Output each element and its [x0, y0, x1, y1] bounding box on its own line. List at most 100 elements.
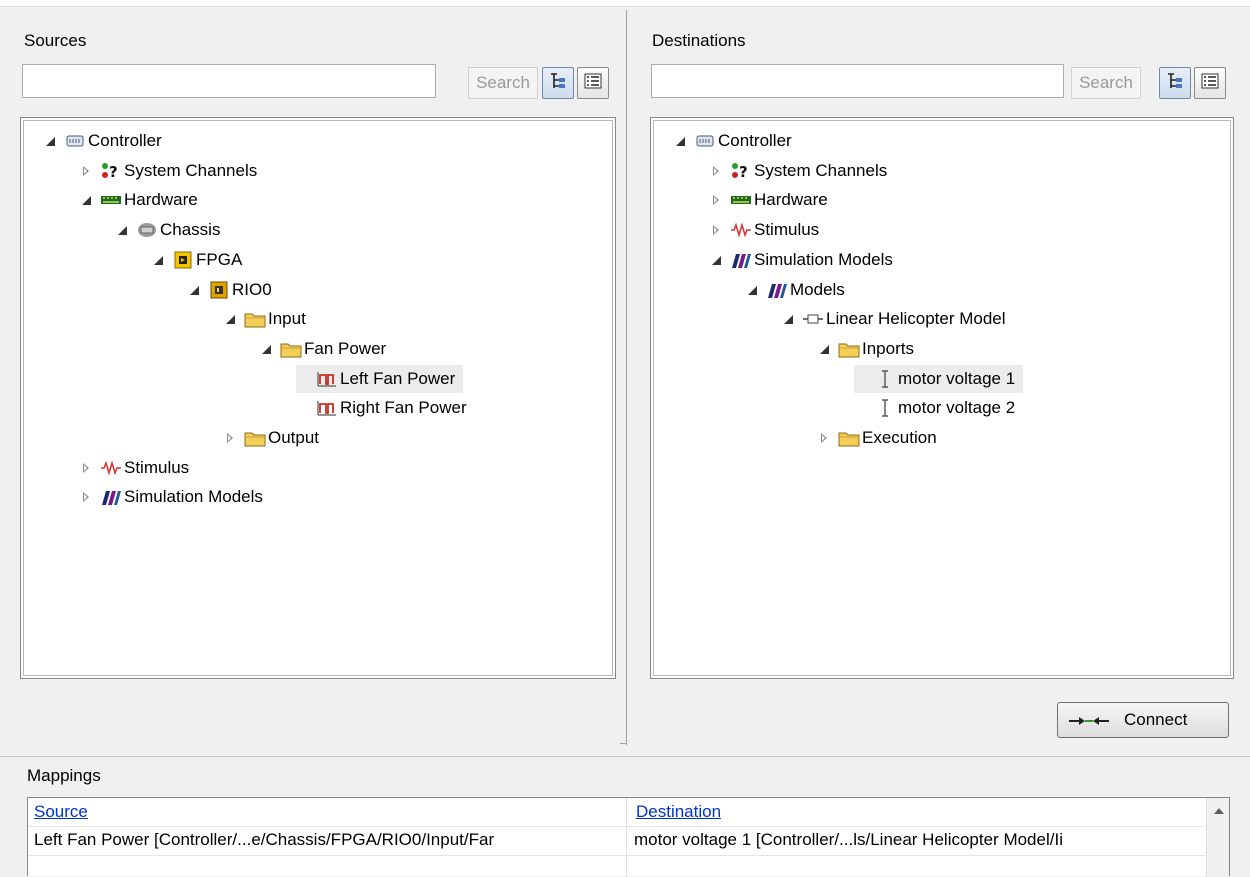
destinations-tree-item[interactable]: Models — [746, 276, 845, 304]
destinations-tree-item[interactable]: motor voltage 2 — [854, 394, 1015, 422]
destinations-search-input[interactable] — [651, 64, 1064, 98]
list-view-icon — [1200, 71, 1220, 96]
destinations-tree-item[interactable]: Hardware — [710, 186, 828, 214]
stimulus-icon — [100, 458, 122, 478]
fpga-icon — [172, 250, 194, 270]
destinations-tree: Controller? System Channels Hardware Stimul… — [650, 117, 1234, 679]
sources-list-view-button[interactable] — [577, 67, 609, 99]
destinations-search-button[interactable]: Search — [1071, 67, 1141, 99]
destinations-tree-item[interactable]: Linear Helicopter Model — [782, 305, 1006, 333]
sources-search-input[interactable] — [22, 64, 436, 98]
tree-item-label: RIO0 — [232, 279, 272, 299]
tree-item-label: Simulation Models — [124, 487, 263, 507]
sources-title: Sources — [24, 31, 87, 50]
splitter-foot — [620, 743, 627, 744]
destinations-tree-item[interactable]: Controller — [674, 127, 792, 155]
svg-text:?: ? — [109, 163, 118, 181]
destinations-tree-view-button[interactable] — [1159, 67, 1191, 99]
sources-tree-view-button[interactable] — [542, 67, 574, 99]
collapse-arrow-icon[interactable] — [188, 283, 202, 297]
collapse-arrow-icon[interactable] — [818, 342, 832, 356]
column-separator — [626, 798, 627, 877]
collapse-arrow-icon[interactable] — [782, 312, 796, 326]
tree-item-label: Stimulus — [124, 457, 190, 477]
stimulus-icon — [730, 220, 752, 240]
collapse-arrow-icon[interactable] — [746, 283, 760, 297]
sources-tree-item[interactable]: Left Fan Power — [296, 364, 464, 393]
tree-item-label: Models — [790, 279, 845, 299]
tree-item-label: Left Fan Power — [340, 368, 456, 388]
collapse-arrow-icon[interactable] — [80, 193, 94, 207]
expand-arrow-icon[interactable] — [80, 461, 94, 475]
controller-icon — [64, 131, 86, 151]
collapse-arrow-icon[interactable] — [44, 134, 58, 148]
model-icon — [802, 309, 824, 329]
tree-item-label: Controller — [718, 131, 792, 150]
tree-item-label: motor voltage 2 — [898, 398, 1016, 418]
sources-tree-item[interactable]: RIO0 — [188, 276, 272, 304]
connect-icon — [1068, 713, 1110, 727]
collapse-arrow-icon[interactable] — [152, 253, 166, 267]
tree-item-label: Controller — [88, 131, 162, 150]
destinations-tree-item[interactable]: ? System Channels — [710, 157, 887, 185]
system-channels-icon: ? — [730, 161, 752, 181]
sources-tree-item[interactable]: Chassis — [116, 216, 220, 244]
sources-tree-item[interactable]: Stimulus — [80, 454, 189, 482]
folder-icon — [280, 339, 302, 359]
tree-item-label: Execution — [862, 428, 937, 447]
destination-column-header[interactable]: Destination — [636, 802, 721, 822]
expand-arrow-icon[interactable] — [224, 431, 238, 445]
destinations-tree-item[interactable]: Inports — [818, 335, 914, 363]
tree-view-icon — [1165, 71, 1185, 96]
pwm-channel-icon — [316, 369, 338, 389]
expand-arrow-icon[interactable] — [710, 223, 724, 237]
destinations-tree-item[interactable]: motor voltage 1 — [854, 364, 1024, 393]
sources-tree-item[interactable]: Input — [224, 305, 306, 333]
collapse-arrow-icon[interactable] — [710, 253, 724, 267]
expand-arrow-icon[interactable] — [710, 164, 724, 178]
sources-tree-item[interactable]: Controller — [44, 127, 162, 155]
mappings-scrollbar[interactable] — [1206, 798, 1229, 877]
sources-tree-item[interactable]: Output — [224, 424, 319, 452]
destinations-tree-item[interactable]: Execution — [818, 424, 937, 452]
header-line — [28, 826, 1208, 827]
sources-tree-item[interactable]: Hardware — [80, 186, 198, 214]
sources-tree-item[interactable]: Right Fan Power — [296, 394, 467, 422]
tree-item-label: System Channels — [754, 160, 888, 180]
collapse-arrow-icon[interactable] — [674, 134, 688, 148]
sources-tree-item[interactable]: ? System Channels — [80, 157, 257, 185]
tree-item-label: System Channels — [124, 160, 258, 180]
expand-arrow-icon[interactable] — [710, 193, 724, 207]
hardware-icon — [730, 190, 752, 210]
tree-item-label: Inports — [862, 338, 914, 358]
destinations-tree-item[interactable]: Stimulus — [710, 216, 819, 244]
top-strip — [0, 0, 1250, 7]
sources-tree: Controller? System Channels Hardware Chassi… — [20, 117, 616, 679]
models-icon — [766, 280, 788, 300]
collapse-arrow-icon[interactable] — [260, 342, 274, 356]
sources-tree-item[interactable]: FPGA — [152, 246, 242, 274]
panel-splitter[interactable] — [626, 10, 627, 745]
sources-search-button[interactable]: Search — [468, 67, 538, 99]
collapse-arrow-icon[interactable] — [116, 223, 130, 237]
tree-item-label: Hardware — [124, 190, 198, 210]
mappings-title: Mappings — [27, 766, 101, 785]
expand-arrow-icon[interactable] — [80, 164, 94, 178]
tree-item-label: Chassis — [160, 220, 221, 240]
collapse-arrow-icon[interactable] — [224, 312, 238, 326]
tree-item-label: Output — [268, 428, 320, 447]
destinations-tree-item[interactable]: Simulation Models — [710, 246, 893, 274]
source-column-header[interactable]: Source — [34, 802, 88, 822]
controller-icon — [694, 131, 716, 151]
tree-item-label: Hardware — [754, 190, 828, 210]
sources-tree-item[interactable]: Fan Power — [260, 335, 386, 363]
expand-arrow-icon[interactable] — [818, 431, 832, 445]
folder-icon — [838, 339, 860, 359]
chassis-icon — [136, 220, 158, 240]
tree-item-label: motor voltage 1 — [898, 368, 1016, 388]
sources-tree-item[interactable]: Simulation Models — [80, 483, 263, 511]
destinations-list-view-button[interactable] — [1194, 67, 1226, 99]
connect-button[interactable]: Connect — [1057, 702, 1229, 738]
expand-arrow-icon[interactable] — [80, 490, 94, 504]
tree-item-label: Stimulus — [754, 220, 820, 240]
